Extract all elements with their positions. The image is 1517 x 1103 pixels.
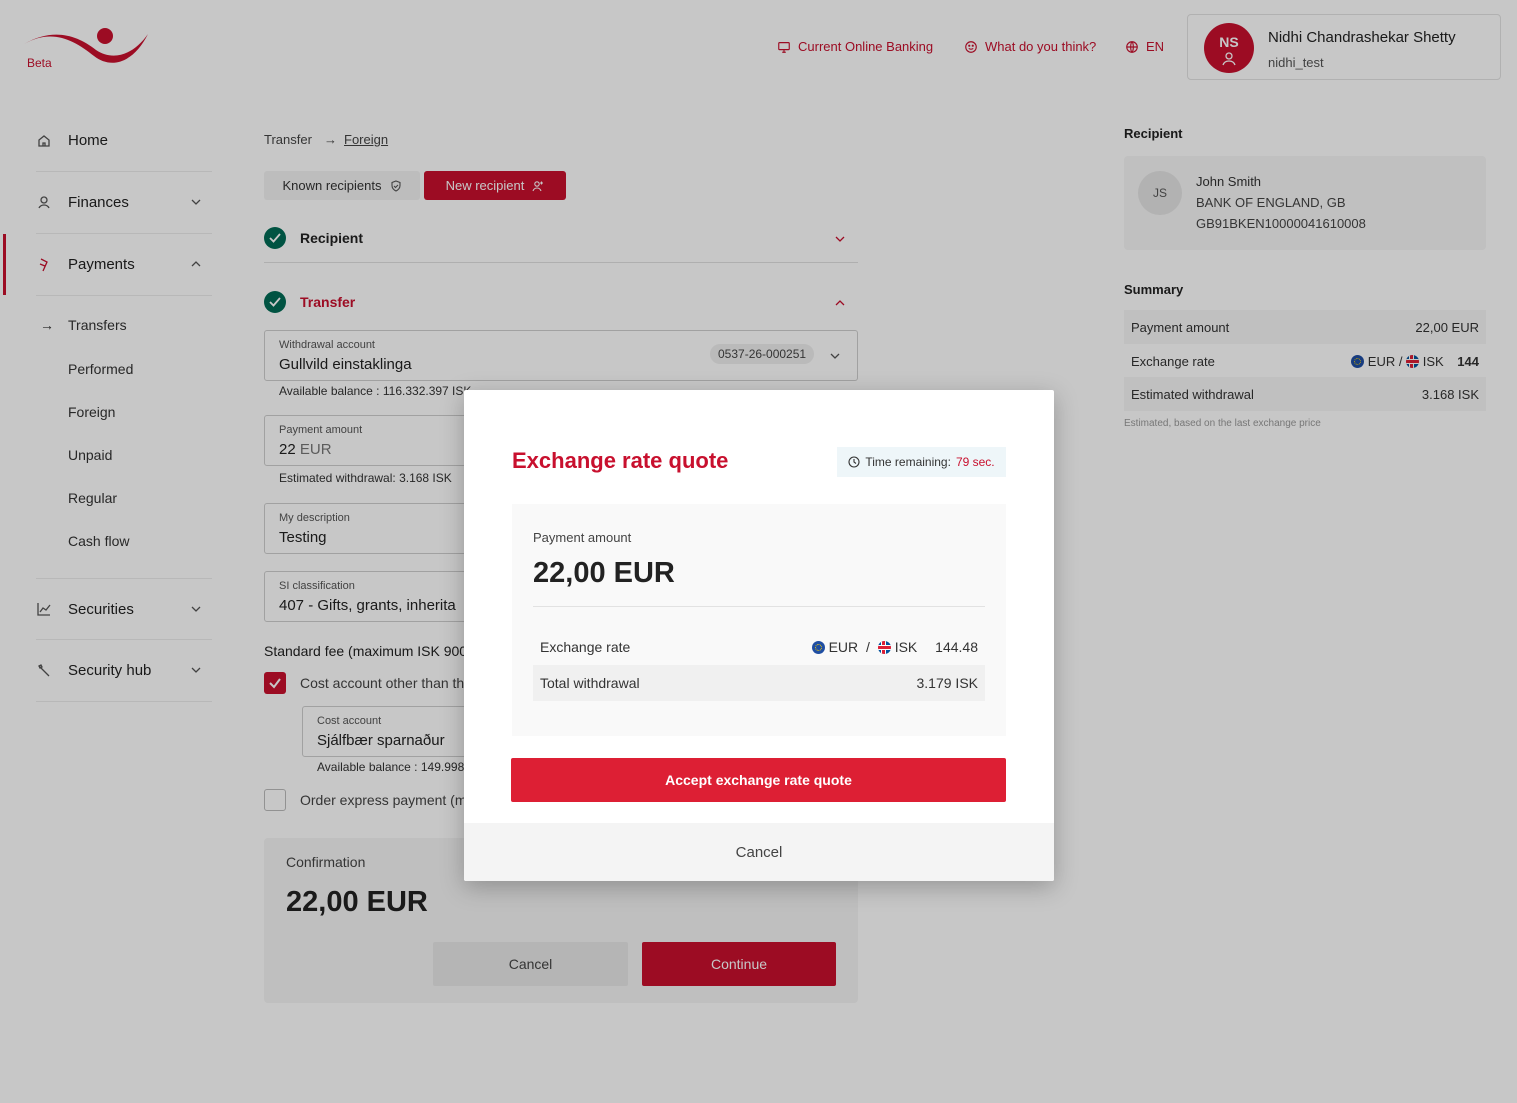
quote-amount-label: Payment amount bbox=[533, 530, 632, 545]
quote-total-value: 3.179 ISK bbox=[916, 675, 979, 691]
quote-rate-separator: / bbox=[866, 639, 870, 655]
accept-quote-button[interactable]: Accept exchange rate quote bbox=[511, 758, 1006, 802]
modal-cancel-button[interactable]: Cancel bbox=[464, 823, 1054, 881]
quote-rate-from: EUR bbox=[828, 639, 859, 655]
time-remaining-value: 79 sec. bbox=[955, 455, 995, 469]
eu-flag-icon bbox=[811, 641, 825, 654]
quote-rate-label: Exchange rate bbox=[540, 639, 631, 655]
quote-panel: Payment amount 22,00 EUR Exchange rate E… bbox=[512, 504, 1006, 736]
quote-rate-to: ISK bbox=[894, 639, 918, 655]
exchange-rate-modal: Exchange rate quote Time remaining: 79 s… bbox=[464, 390, 1054, 881]
quote-rate-group: EUR / ISK 144.48 bbox=[811, 639, 978, 655]
time-remaining-label: Time remaining: bbox=[865, 455, 951, 469]
quote-amount: 22,00 EUR bbox=[533, 557, 675, 589]
modal-title: Exchange rate quote bbox=[512, 448, 729, 473]
divider bbox=[533, 606, 985, 607]
clock-icon bbox=[848, 456, 860, 468]
quote-total-row: Total withdrawal 3.179 ISK bbox=[533, 665, 985, 701]
time-remaining-badge: Time remaining: 79 sec. bbox=[837, 447, 1006, 477]
iceland-flag-icon bbox=[877, 641, 891, 654]
quote-rate-value: 144.48 bbox=[935, 639, 978, 655]
quote-total-label: Total withdrawal bbox=[540, 675, 640, 691]
quote-rate-row: Exchange rate EUR / ISK 144.48 bbox=[533, 629, 985, 665]
